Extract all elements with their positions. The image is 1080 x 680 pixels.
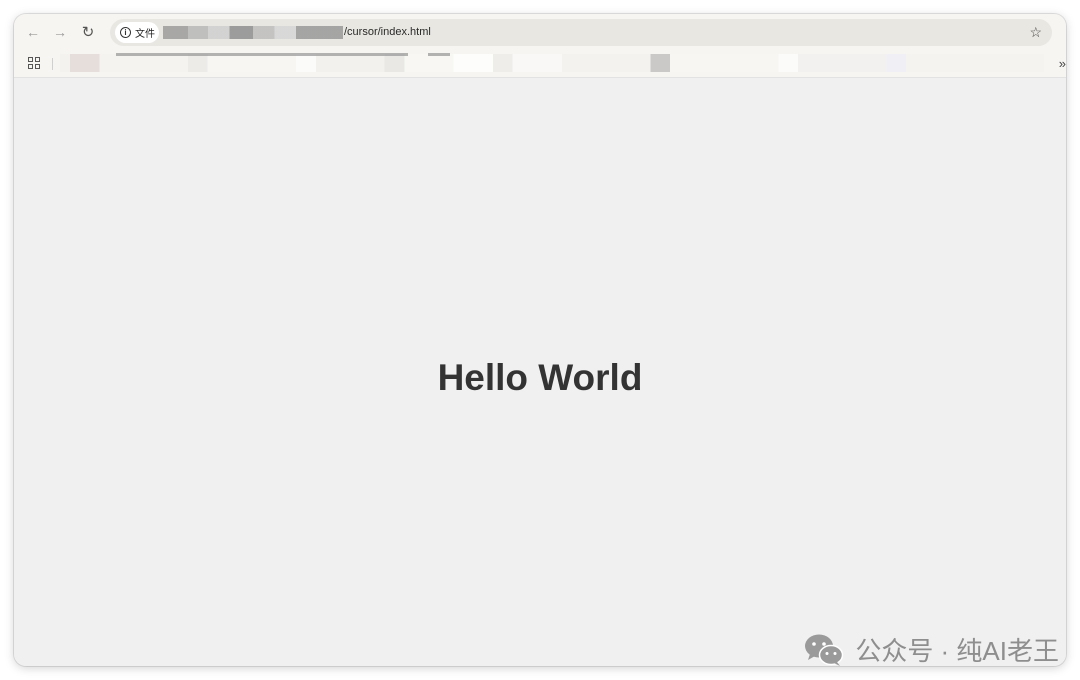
watermark-text: 公众号 · 纯AI老王 [855,636,1059,666]
watermark: 公众号 · 纯AI老王 [803,631,1059,668]
reload-button[interactable]: ↻ [77,21,99,43]
star-icon: ☆ [1029,24,1042,40]
bookmarks-redacted-strip [428,53,450,56]
double-chevron-right-icon: » [1058,56,1066,71]
bookmark-star-button[interactable]: ☆ [1029,23,1042,42]
page-heading: Hello World [437,357,643,398]
forward-button[interactable]: → [49,21,71,43]
arrow-left-icon: ← [26,24,40,40]
site-info-label: 文件 [135,29,155,40]
apps-grid-icon[interactable] [28,57,40,69]
wechat-icon [805,634,844,666]
arrow-right-icon: → [53,24,67,40]
bookmarks-more-button[interactable]: » [1059,56,1066,71]
bookmarks-redacted-area [60,53,1044,72]
url-redacted-segment [163,26,343,39]
browser-toolbar: ← → ↻ i 文件 /cursor/index.html ☆ [14,14,1066,50]
browser-window: ← → ↻ i 文件 /cursor/index.html ☆ » Hello … [14,14,1066,666]
bookmarks-bar: » [14,50,1066,78]
url-text[interactable]: /cursor/index.html [344,25,431,40]
page-viewport: Hello World [14,78,1066,666]
reload-icon: ↻ [81,23,95,41]
back-button[interactable]: ← [22,21,44,43]
site-info-chip[interactable]: i 文件 [115,22,159,43]
info-icon: i [120,27,131,38]
bookmarks-redacted-strip [116,53,408,56]
bookmarks-divider [52,58,53,70]
address-bar[interactable]: i 文件 /cursor/index.html ☆ [110,19,1052,46]
